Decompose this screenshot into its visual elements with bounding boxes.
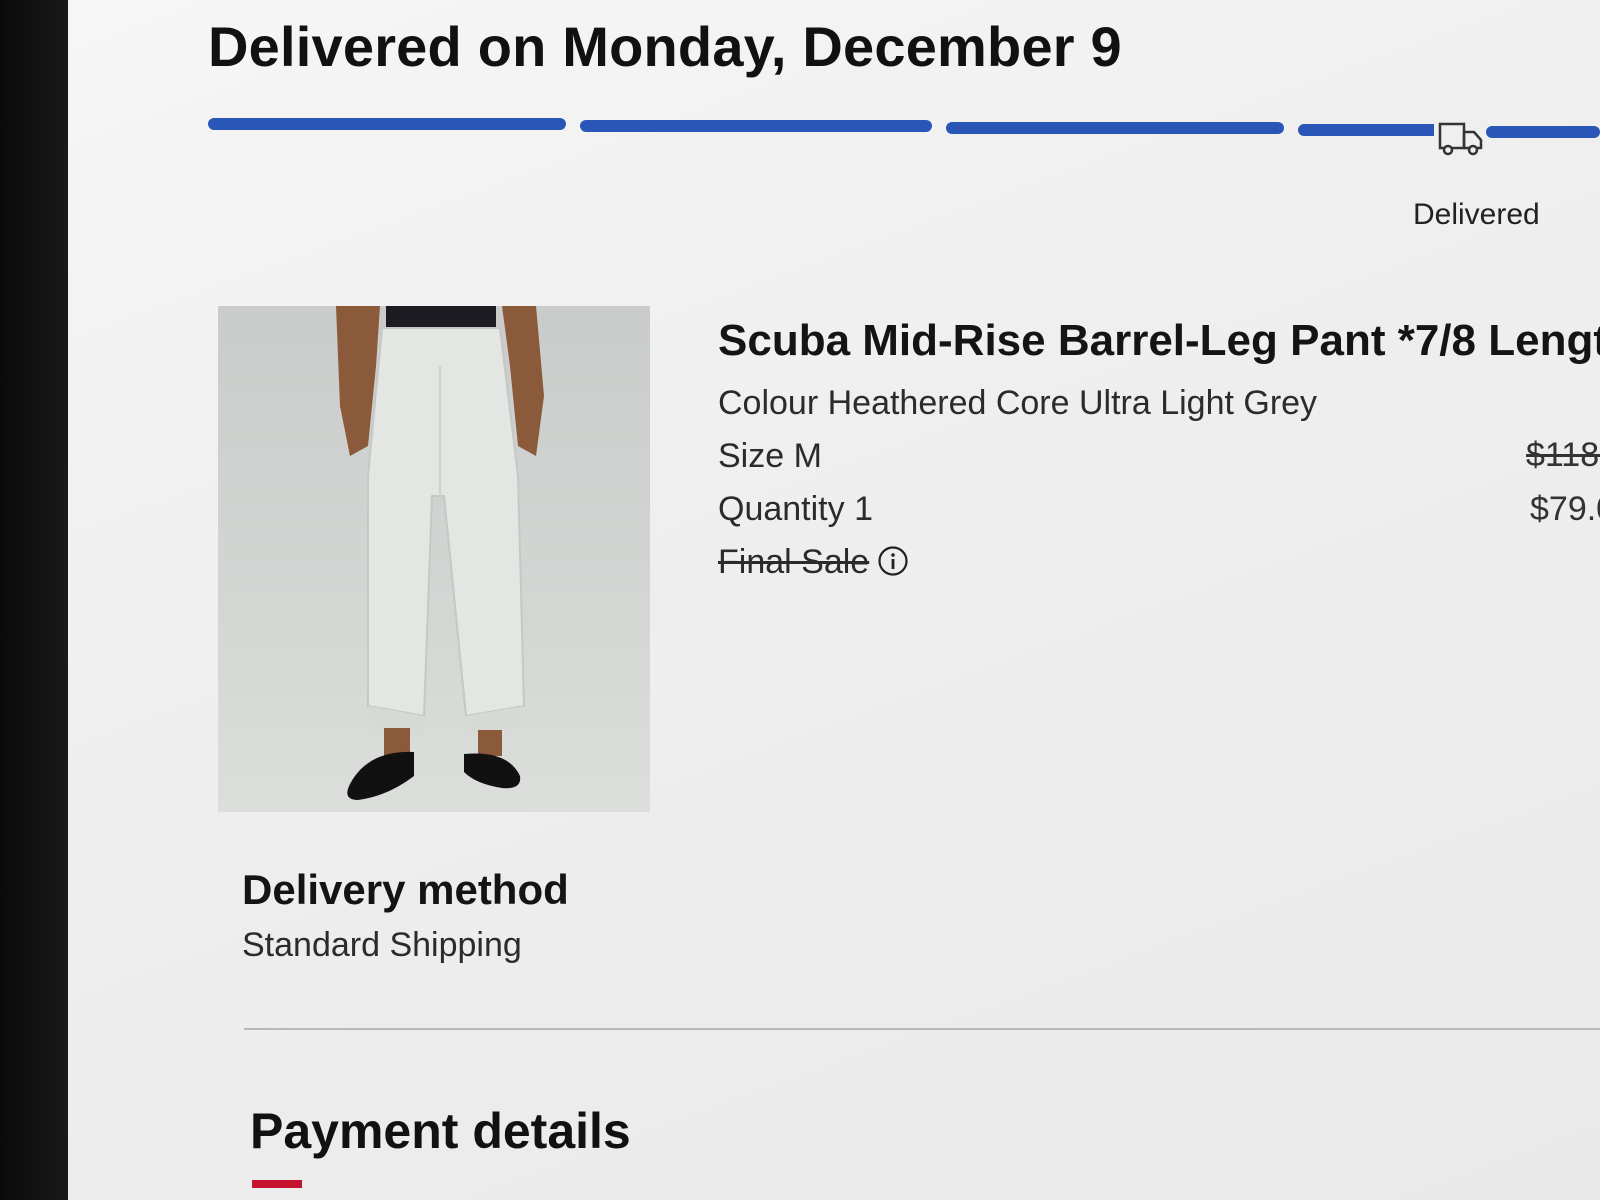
item-colour: Colour Heathered Core Ultra Light Grey <box>718 384 1318 422</box>
delivery-method-section: Delivery method Standard Shipping <box>242 866 569 965</box>
delivery-status-title: Delivered on Monday, December 9 <box>208 15 1122 78</box>
original-price: $118. <box>1526 436 1600 474</box>
progress-segment <box>1486 126 1600 138</box>
delivery-method-value: Standard Shipping <box>242 926 522 964</box>
item-quantity: Quantity 1 <box>718 490 873 528</box>
progress-segment <box>208 118 566 130</box>
sale-price: $79.0 <box>1530 490 1600 528</box>
progress-segment <box>580 120 932 132</box>
tracker-stage-delivered: Delivered <box>1413 198 1540 231</box>
payment-details-heading: Payment details <box>250 1103 631 1159</box>
product-name-link[interactable]: Scuba Mid-Rise Barrel-Leg Pant *7/8 Leng… <box>718 316 1600 366</box>
delivery-progress-tracker <box>208 118 1600 138</box>
truck-icon <box>1434 120 1486 160</box>
pants-photo <box>336 306 544 800</box>
order-details-page: Delivered on Monday, December 9 Delivere… <box>68 0 1600 1200</box>
progress-segment <box>1298 124 1444 136</box>
section-divider <box>244 1028 1600 1030</box>
heading-accent-bar <box>252 1180 302 1188</box>
info-icon[interactable] <box>877 545 909 577</box>
item-details: Scuba Mid-Rise Barrel-Leg Pant *7/8 Leng… <box>718 316 1600 582</box>
item-size: Size M <box>718 437 822 475</box>
delivery-method-heading: Delivery method <box>242 866 569 913</box>
final-sale-row: Final Sale <box>718 543 1600 582</box>
progress-segment <box>946 122 1284 134</box>
product-image[interactable] <box>218 306 650 812</box>
final-sale-label: Final Sale <box>718 543 870 581</box>
